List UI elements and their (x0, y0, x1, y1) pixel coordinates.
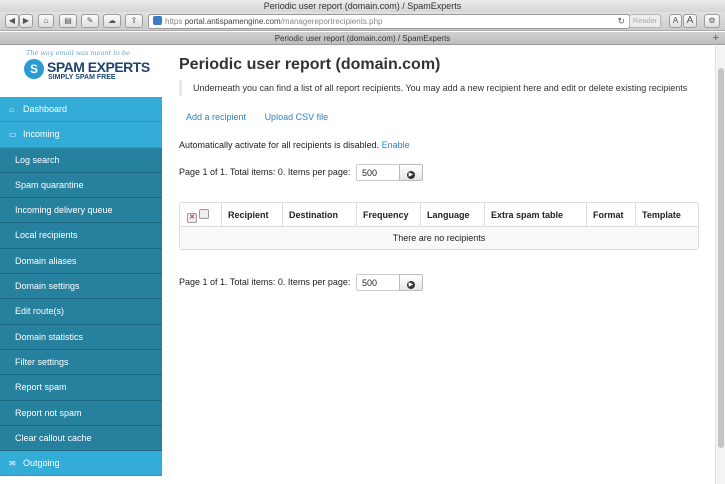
scrollbar[interactable] (715, 46, 725, 484)
window-title: Periodic user report (domain.com) / Spam… (0, 0, 725, 12)
column-header-language[interactable]: Language (420, 203, 484, 226)
inbox-icon: ▭ (9, 130, 17, 140)
print-icon[interactable]: ▤ (59, 14, 77, 28)
sidebar-item-label: Incoming delivery queue (15, 205, 113, 216)
sidebar-item-dashboard[interactable]: ⌂ Dashboard (0, 97, 162, 123)
items-per-page-go-button[interactable]: ▶ (398, 274, 423, 291)
sidebar-item-label: Domain statistics (15, 331, 84, 342)
items-per-page-input[interactable]: 500 (355, 274, 400, 291)
scrollbar-thumb[interactable] (718, 68, 724, 448)
brand-tagline: The way email was meant to be (26, 49, 130, 57)
sidebar-item-label: Incoming (23, 129, 60, 140)
column-header-extra-spam-table[interactable]: Extra spam table (484, 203, 586, 226)
new-tab-button[interactable]: + (713, 32, 719, 44)
sidebar-item-label: Log search (15, 154, 60, 165)
auto-activate-text: Automatically activate for all recipient… (179, 140, 380, 150)
upload-csv-link[interactable]: Upload CSV file (265, 112, 329, 122)
tab-title[interactable]: Periodic user report (domain.com) / Spam… (275, 34, 451, 43)
pager-text: Page 1 of 1. Total items: 0. Items per p… (179, 277, 351, 287)
address-bar[interactable]: https portal.antispamengine.com/managere… (148, 14, 630, 29)
add-recipient-link[interactable]: Add a recipient (186, 112, 246, 122)
sidebar-item-label: Local recipients (15, 230, 78, 241)
sidebar-item-label: Outgoing (23, 458, 60, 469)
recipients-table: ✕ Recipient Destination Frequency Langua… (179, 202, 699, 250)
sidebar-item-label: Domain settings (15, 281, 80, 292)
intro-text: Underneath you can find a list of all re… (179, 80, 699, 96)
sidebar-item-spam-quarantine[interactable]: Spam quarantine (0, 172, 162, 199)
go-icon: ▶ (406, 171, 415, 179)
brand-name: SPAM EXPERTS (47, 59, 150, 75)
empty-table-message: There are no recipients (180, 227, 698, 249)
pager-top: Page 1 of 1. Total items: 0. Items per p… (179, 164, 423, 181)
back-button[interactable]: ◀ (5, 14, 19, 28)
go-icon: ▶ (406, 281, 415, 289)
settings-icon[interactable]: ⚙ (704, 14, 720, 28)
url-path: /managereportrecipients.php (280, 17, 383, 26)
items-per-page-input[interactable]: 500 (355, 164, 400, 181)
select-all-icon[interactable] (199, 209, 209, 219)
sidebar-item-edit-route-s[interactable]: Edit route(s) (0, 299, 162, 325)
sidebar-item-label: Domain aliases (15, 255, 77, 266)
table-header: ✕ Recipient Destination Frequency Langua… (180, 203, 698, 227)
column-header-recipient[interactable]: Recipient (221, 203, 282, 226)
sidebar-item-label: Edit route(s) (15, 306, 65, 317)
auto-activate-notice: Automatically activate for all recipient… (179, 140, 410, 150)
action-links: Add a recipient Upload CSV file (186, 112, 344, 122)
page-title: Periodic user report (domain.com) (179, 56, 441, 73)
sidebar-item-domain-aliases[interactable]: Domain aliases (0, 248, 162, 275)
home-icon[interactable]: ⌂ (38, 14, 54, 28)
sidebar-item-report-not-spam[interactable]: Report not spam (0, 400, 162, 426)
column-header-destination[interactable]: Destination (282, 203, 356, 226)
cloud-icon[interactable]: ☁ (103, 14, 121, 28)
sidebar-nav: ⌂ Dashboard ▭ Incoming Log search Spam quaran… (0, 97, 162, 477)
sidebar: The way email was meant to be S SPAM EXP… (0, 46, 162, 484)
sidebar-item-label: Spam quarantine (15, 179, 84, 190)
logo-icon: S (24, 59, 44, 79)
select-all-cell: ✕ (180, 203, 221, 226)
sidebar-item-outgoing[interactable]: ✉ Outgoing (0, 451, 162, 477)
sidebar-item-label: Clear callout cache (15, 432, 92, 443)
column-header-frequency[interactable]: Frequency (356, 203, 420, 226)
browser-toolbar: ◀ ▶ ⌂ ▤ ✎ ☁ ⇪ https portal.antispamengin… (0, 12, 725, 31)
delete-icon[interactable]: ✕ (187, 213, 197, 223)
sidebar-item-domain-settings[interactable]: Domain settings (0, 274, 162, 300)
column-header-format[interactable]: Format (586, 203, 635, 226)
sidebar-item-label: Report spam (15, 382, 67, 393)
sidebar-item-report-spam[interactable]: Report spam (0, 375, 162, 401)
sidebar-item-incoming[interactable]: ▭ Incoming (0, 122, 162, 148)
share-icon[interactable]: ⇪ (125, 14, 143, 28)
forward-button[interactable]: ▶ (19, 14, 33, 28)
pager-bottom: Page 1 of 1. Total items: 0. Items per p… (179, 274, 423, 291)
enable-link[interactable]: Enable (382, 140, 410, 150)
column-header-template[interactable]: Template (635, 203, 698, 226)
url-scheme: https (165, 17, 183, 26)
font-smaller-button[interactable]: A (669, 14, 682, 28)
tab-bar: Periodic user report (domain.com) / Spam… (0, 32, 725, 45)
favicon-icon (153, 16, 162, 25)
reader-button[interactable]: Reader (629, 14, 661, 28)
sidebar-item-domain-statistics[interactable]: Domain statistics (0, 324, 162, 350)
sidebar-item-filter-settings[interactable]: Filter settings (0, 349, 162, 376)
brand-sub: SIMPLY SPAM FREE (48, 74, 116, 81)
main-content: Periodic user report (domain.com) Undern… (162, 46, 715, 484)
mail-icon: ✉ (9, 459, 16, 469)
sidebar-item-label: Filter settings (15, 356, 69, 367)
sidebar-item-log-search[interactable]: Log search (0, 147, 162, 173)
items-per-page-go-button[interactable]: ▶ (398, 164, 423, 181)
sidebar-item-local-recipients[interactable]: Local recipients (0, 223, 162, 249)
sidebar-item-label: Dashboard (23, 104, 68, 114)
home-icon: ⌂ (9, 105, 14, 114)
pager-text: Page 1 of 1. Total items: 0. Items per p… (179, 167, 351, 177)
brand-logo[interactable]: The way email was meant to be S SPAM EXP… (0, 46, 162, 97)
sidebar-item-label: Report not spam (15, 407, 82, 418)
sidebar-item-clear-callout-cache[interactable]: Clear callout cache (0, 425, 162, 452)
edit-icon[interactable]: ✎ (81, 14, 99, 28)
url-host: portal.antispamengine.com (184, 17, 281, 26)
font-larger-button[interactable]: A (683, 14, 697, 28)
reload-icon[interactable]: ↻ (617, 15, 625, 28)
sidebar-item-incoming-delivery-queue[interactable]: Incoming delivery queue (0, 198, 162, 224)
